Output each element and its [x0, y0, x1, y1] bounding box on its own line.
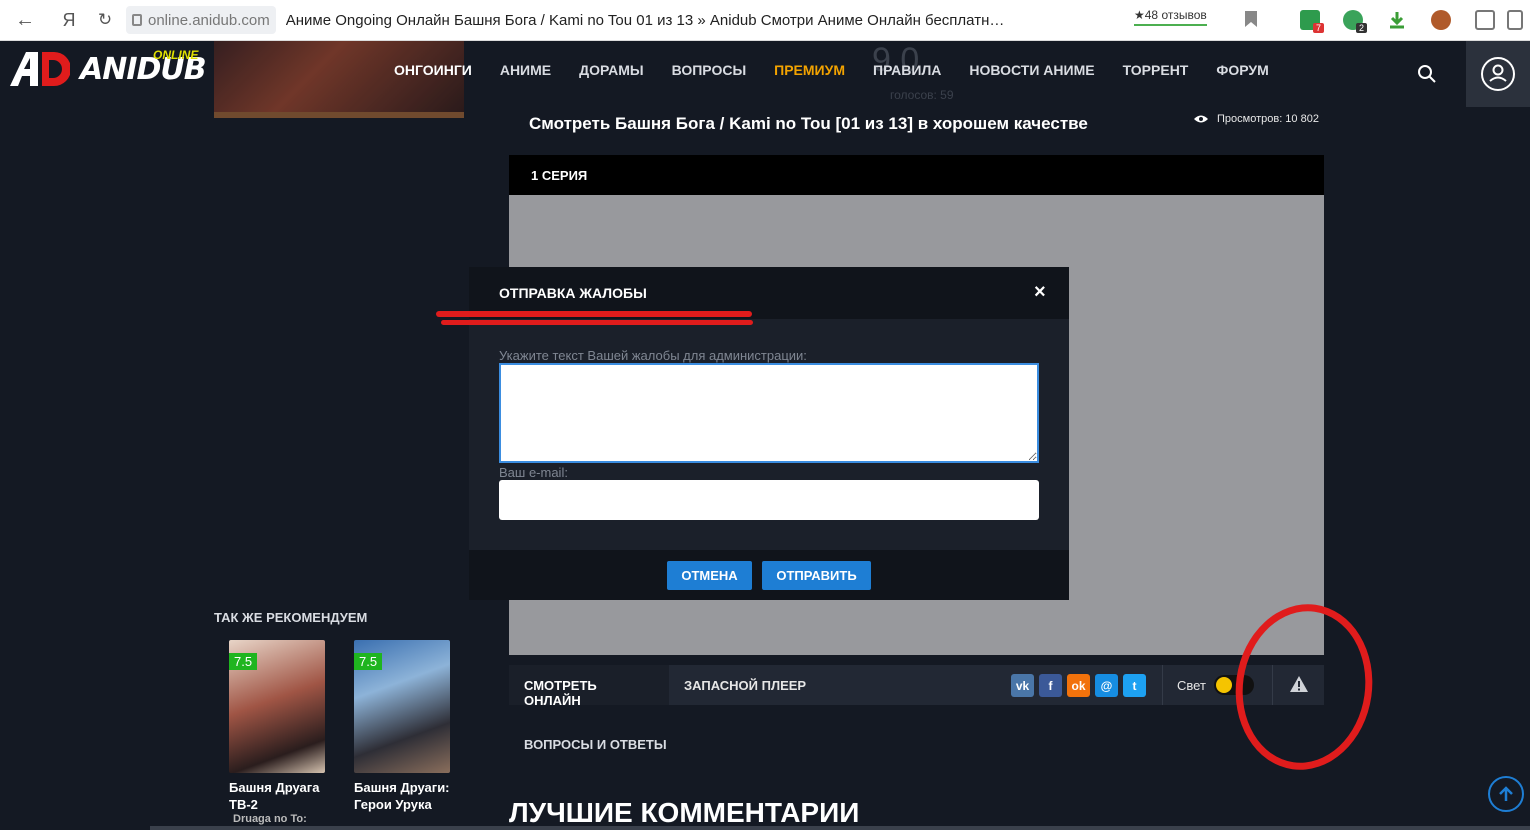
header-banner-image	[214, 41, 464, 118]
address-domain: online.anidub.com	[148, 11, 270, 29]
logo-mark-icon	[8, 50, 71, 88]
nav-item-forum[interactable]: ФОРУМ	[1202, 62, 1282, 78]
recommend-card[interactable]: 7.5 Башня Друага ТВ-2 Druaga no To: The	[229, 640, 325, 830]
share-vk-icon[interactable]: vk	[1011, 674, 1034, 697]
annotation-underline	[441, 320, 753, 325]
download-icon[interactable]	[1387, 10, 1407, 30]
share-odnoklassniki-icon[interactable]: ok	[1067, 674, 1090, 697]
share-moimir-icon[interactable]: @	[1095, 674, 1118, 697]
divider	[1162, 665, 1163, 705]
rating-votes: голосов: 59	[890, 88, 954, 102]
extension-icon-3[interactable]	[1431, 10, 1451, 30]
poster-image[interactable]: 7.5	[354, 640, 450, 773]
reviews-badge[interactable]: ★48 отзывов	[1134, 8, 1207, 26]
player-tabs: СМОТРЕТЬ ОНЛАЙН ЗАПАСНОЙ ПЛЕЕР vk f ok @…	[509, 665, 1324, 708]
main-nav: ОНГОИНГИ АНИМЕ ДОРАМЫ ВОПРОСЫ ПРЕМИУМ ПР…	[380, 62, 1283, 78]
search-icon[interactable]	[1417, 64, 1437, 84]
extension-icon-4[interactable]	[1475, 10, 1495, 30]
watch-title: Смотреть Башня Бога / Kami no Tou [01 из…	[529, 114, 1088, 133]
cancel-button[interactable]: ОТМЕНА	[667, 561, 752, 590]
recommend-card[interactable]: 7.5 Башня Друаги: Герои Урука	[354, 640, 450, 813]
complaint-textarea[interactable]	[499, 363, 1039, 463]
episode-bar: 1 СЕРИЯ	[509, 155, 1324, 195]
horizontal-scrollbar[interactable]	[150, 826, 1530, 830]
email-label: Ваш e-mail:	[499, 465, 568, 480]
scroll-up-button[interactable]	[1488, 776, 1524, 812]
user-menu-button[interactable]	[1466, 41, 1530, 107]
browser-toolbar: ← Я ↻ online.anidub.com Аниме Ongoing Он…	[0, 0, 1530, 41]
close-icon[interactable]: ×	[1034, 281, 1046, 304]
tab-watch-online[interactable]: СМОТРЕТЬ ОНЛАЙН	[509, 665, 669, 708]
views-counter: Просмотров: 10 802	[1193, 113, 1319, 125]
logo-online-label: ONLINE	[153, 48, 199, 62]
episode-select[interactable]: 1 СЕРИЯ	[531, 168, 587, 183]
lock-icon	[132, 14, 142, 26]
nav-item-anime[interactable]: АНИМЕ	[486, 62, 565, 78]
submit-button[interactable]: ОТПРАВИТЬ	[762, 561, 871, 590]
score-badge: 7.5	[229, 653, 258, 670]
extension-icon-1[interactable]: 7	[1300, 10, 1324, 33]
toggle-knob	[1216, 677, 1232, 693]
arrow-up-icon	[1499, 786, 1513, 801]
nav-item-questions[interactable]: ВОПРОСЫ	[658, 62, 761, 78]
tab-backup-player[interactable]: ЗАПАСНОЙ ПЛЕЕР	[684, 678, 806, 693]
card-title[interactable]: Башня Друаги: Герои Урука	[354, 779, 450, 813]
share-twitter-icon[interactable]: t	[1123, 674, 1146, 697]
reload-icon[interactable]: ↻	[90, 5, 120, 35]
recommend-heading: ТАК ЖЕ РЕКОМЕНДУЕМ	[214, 610, 368, 625]
page-title: Аниме Ongoing Онлайн Башня Бога / Kami n…	[285, 11, 1005, 29]
views-text: Просмотров: 10 802	[1217, 113, 1319, 125]
card-title[interactable]: Башня Друага ТВ-2	[229, 779, 325, 813]
email-field[interactable]	[499, 480, 1039, 520]
extension-icon-5[interactable]	[1507, 10, 1523, 30]
bookmark-icon[interactable]	[1244, 10, 1264, 30]
user-icon	[1481, 57, 1515, 91]
annotation-underline	[436, 311, 752, 317]
nav-item-dorama[interactable]: ДОРАМЫ	[565, 62, 657, 78]
eye-icon	[1194, 115, 1208, 123]
address-bar[interactable]: online.anidub.com	[126, 6, 276, 34]
back-icon[interactable]: ←	[10, 5, 40, 35]
light-label: Свет	[1177, 678, 1206, 693]
poster-image[interactable]: 7.5	[229, 640, 325, 773]
nav-item-rules[interactable]: ПРАВИЛА	[859, 62, 955, 78]
tab-faq[interactable]: ВОПРОСЫ И ОТВЕТЫ	[524, 737, 667, 752]
nav-item-premium[interactable]: ПРЕМИУМ	[760, 62, 859, 78]
nav-item-ongoing[interactable]: ОНГОИНГИ	[380, 62, 486, 78]
score-badge: 7.5	[354, 653, 383, 670]
best-comments-heading: ЛУЧШИЕ КОММЕНТАРИИ	[509, 797, 860, 828]
nav-item-news[interactable]: НОВОСТИ АНИМЕ	[955, 62, 1108, 78]
yandex-icon[interactable]: Я	[54, 5, 84, 35]
share-facebook-icon[interactable]: f	[1039, 674, 1062, 697]
extension-icon-2[interactable]: 2	[1343, 10, 1367, 33]
modal-title: ОТПРАВКА ЖАЛОБЫ	[499, 285, 647, 301]
nav-item-torrent[interactable]: ТОРРЕНТ	[1109, 62, 1203, 78]
complaint-label: Укажите текст Вашей жалобы для администр…	[499, 348, 807, 363]
